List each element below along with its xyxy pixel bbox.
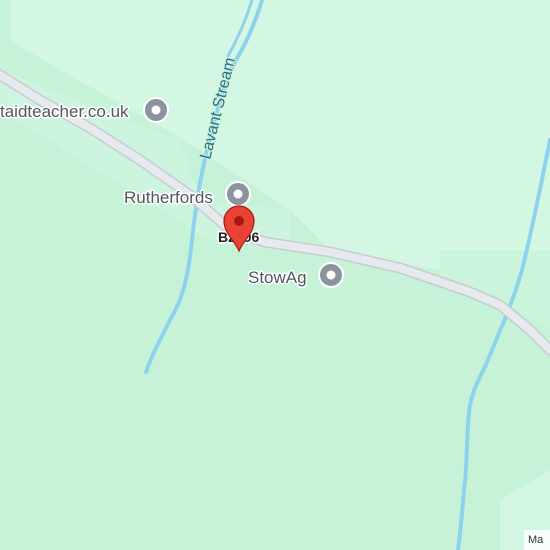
map-attribution[interactable]: Ma	[524, 530, 550, 550]
poi-label: Rutherfords	[124, 188, 213, 207]
generic-poi-icon[interactable]	[143, 97, 169, 123]
generic-poi-icon[interactable]	[318, 262, 344, 288]
poi-label: StowAg	[248, 268, 307, 287]
poi-label: taidteacher.co.uk	[0, 102, 129, 121]
map-view[interactable]: Lavant Stream B2106 taidteacher.co.uk Ru…	[0, 0, 550, 550]
generic-poi-icon[interactable]	[225, 181, 251, 207]
map-canvas[interactable]: Lavant Stream B2106 taidteacher.co.uk Ru…	[0, 0, 550, 550]
